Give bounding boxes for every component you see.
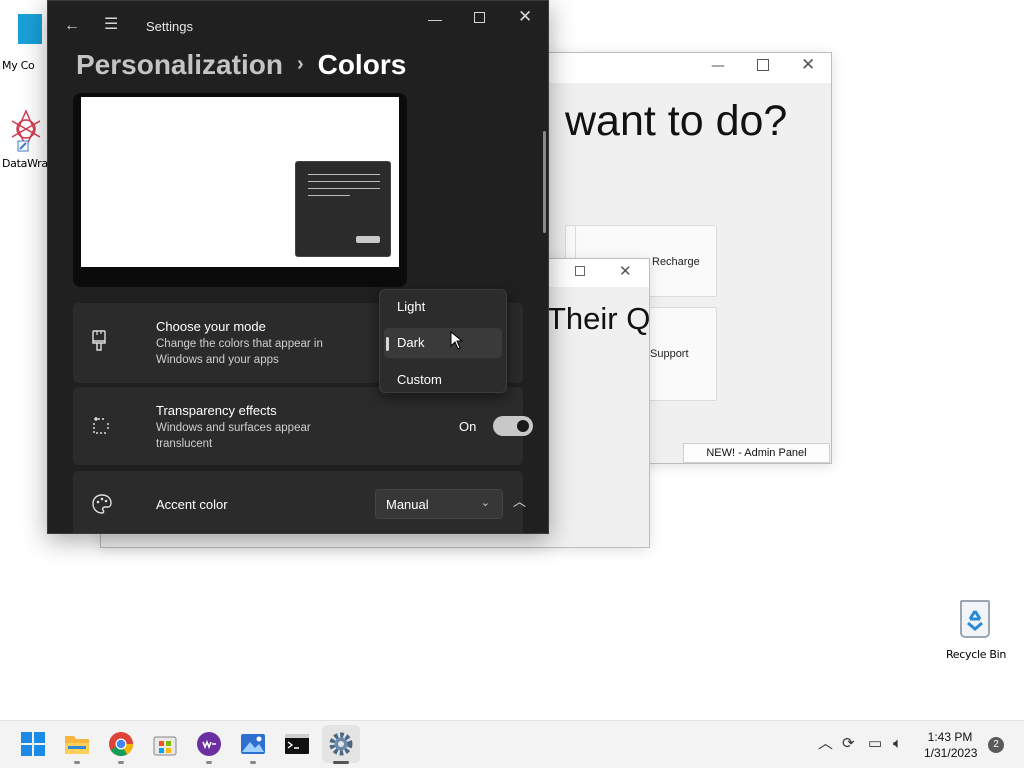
mouse-cursor-icon [450, 331, 464, 350]
preview-line [308, 181, 380, 182]
tile-label: Support [650, 348, 689, 360]
select-value: Manual [386, 497, 429, 512]
accent-color-card[interactable]: Accent color Manual ⌄ ︿ [73, 471, 526, 533]
setting-description: Change the colors that appear in Windows… [156, 338, 323, 366]
close-icon[interactable]: ✕ [801, 55, 815, 75]
clock-date: 1/31/2023 [924, 746, 978, 760]
minimize-icon[interactable]: — [711, 58, 725, 74]
tile-label: Recharge [652, 256, 700, 268]
close-icon[interactable]: ✕ [619, 262, 632, 280]
clock-time: 1:43 PM [927, 730, 973, 744]
menu-option-custom[interactable]: Custom [384, 365, 502, 395]
menu-option-light[interactable]: Light [384, 292, 502, 322]
maximize-icon[interactable] [575, 266, 585, 276]
admin-panel-button[interactable]: NEW! - Admin Panel [683, 443, 830, 463]
running-indicator [74, 761, 80, 764]
transparency-icon [93, 417, 109, 434]
computer-icon [18, 14, 42, 44]
close-icon[interactable]: ✕ [518, 8, 532, 25]
title-bar[interactable]: — ✕ [535, 53, 831, 83]
running-indicator [206, 761, 212, 764]
menu-option-dark[interactable]: Dark [384, 328, 502, 358]
start-icon[interactable] [20, 731, 46, 757]
palette-icon [92, 494, 112, 514]
volume-icon[interactable]: 🔈︎ [893, 736, 902, 752]
chrome-icon[interactable] [108, 731, 134, 757]
window-title: Settings [146, 19, 193, 34]
chevron-down-icon: ⌄ [480, 497, 490, 509]
preview-line [308, 174, 380, 175]
chevron-right-icon: › [296, 53, 304, 75]
settings-icon[interactable] [328, 731, 354, 757]
breadcrumb: Personalization › Colors [76, 49, 406, 81]
notification-badge[interactable]: 2 [988, 737, 1004, 753]
paintbrush-icon [92, 330, 106, 351]
photos-icon[interactable] [240, 731, 266, 757]
desktop-icon-recycle-bin[interactable]: Recycle Bin [944, 596, 1008, 666]
show-hidden-icons-chevron-icon[interactable]: ︿ [818, 736, 833, 752]
preview-button [356, 236, 380, 243]
accent-color-select[interactable]: Manual ⌄ [375, 489, 503, 519]
preview-window [295, 161, 391, 257]
file-explorer-icon[interactable] [64, 731, 90, 757]
page-heading: want to do? [565, 97, 788, 145]
theme-preview [73, 93, 407, 287]
toggle-state-label: On [459, 419, 477, 434]
desktop-icon-label: Recycle Bin [945, 648, 1007, 661]
desktop-icon-label: DataWra [2, 157, 48, 170]
running-indicator [250, 761, 256, 764]
chevron-up-icon[interactable]: ︿ [513, 491, 526, 510]
terminal-icon[interactable] [284, 731, 310, 757]
preview-line [308, 188, 380, 189]
hamburger-menu-icon[interactable]: ☰ [104, 17, 118, 33]
preview-line [308, 195, 350, 196]
preview-desktop [81, 97, 399, 267]
setting-title: Choose your mode [156, 319, 266, 334]
setting-title: Transparency effects [156, 403, 277, 418]
taskbar: ︿ ⟳ ▭ 🔈︎ 1:43 PM 1/31/2023 2 [0, 720, 1024, 768]
system-clock[interactable]: 1:43 PM 1/31/2023 [924, 729, 978, 761]
store-icon[interactable] [152, 731, 178, 757]
scrollbar-thumb[interactable] [543, 131, 546, 233]
maximize-icon[interactable] [474, 12, 485, 23]
desktop-icon-label: My Co [2, 59, 35, 72]
mode-dropdown-menu[interactable]: Light Dark Custom [379, 289, 507, 393]
breadcrumb-parent[interactable]: Personalization [76, 49, 283, 80]
setting-title: Accent color [156, 497, 228, 512]
setting-description: Windows and surfaces appear translucent [156, 422, 311, 450]
toggle-knob [517, 420, 529, 432]
active-app-indicator [333, 761, 349, 764]
datawrapper-icon [11, 109, 41, 152]
transparency-toggle[interactable] [493, 416, 533, 436]
network-icon[interactable]: ▭ [868, 736, 882, 752]
page-heading: Their Q [547, 301, 651, 336]
minimize-icon[interactable]: — [428, 11, 442, 27]
back-arrow-icon[interactable]: ← [64, 18, 80, 34]
running-indicator [118, 761, 124, 764]
page-title: Colors [317, 49, 407, 80]
transparency-card[interactable]: Transparency effects Windows and surface… [73, 387, 533, 465]
recycle-bin-icon [960, 600, 990, 638]
sync-icon[interactable]: ⟳ [842, 736, 855, 752]
webex-icon[interactable] [196, 731, 222, 757]
maximize-icon[interactable] [757, 59, 769, 71]
settings-window[interactable]: ← ☰ Settings — ✕ Personalization › Colors … [47, 0, 549, 534]
